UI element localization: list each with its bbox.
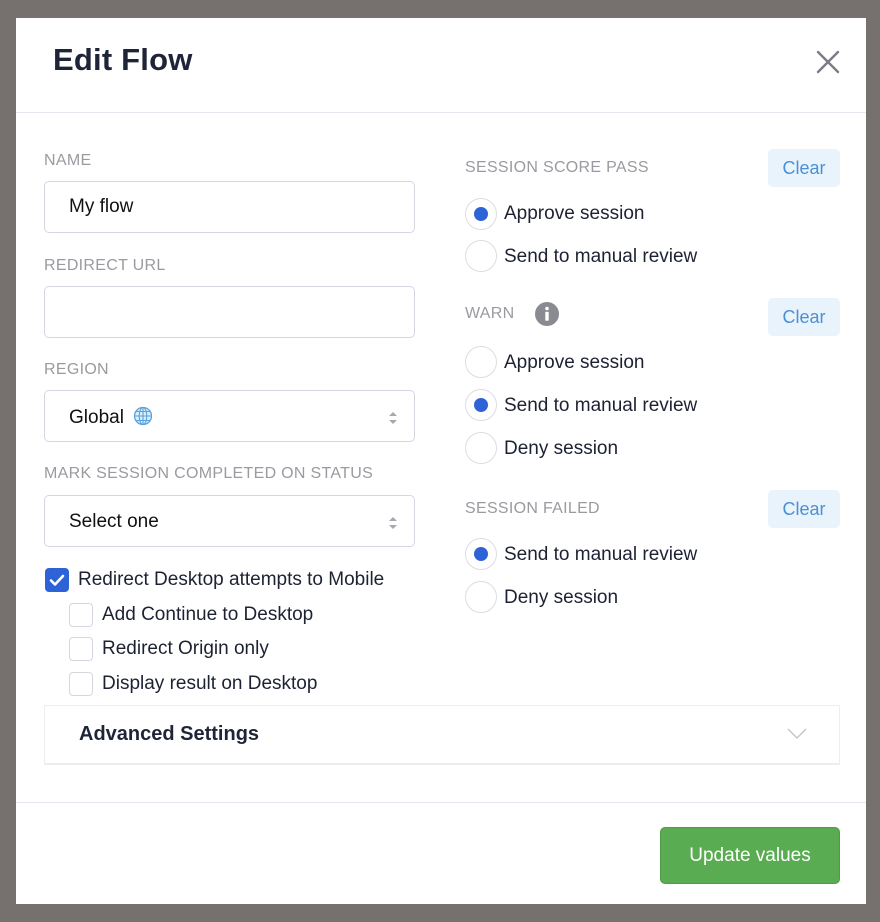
display-result-checkbox[interactable] xyxy=(69,672,93,696)
add-continue-label: Add Continue to Desktop xyxy=(102,604,314,625)
warn-label: WARN xyxy=(465,305,515,322)
chevron-down-icon xyxy=(787,728,807,739)
mark-session-label: MARK SESSION COMPLETED ON STATUS xyxy=(44,465,374,482)
radio-failed-deny[interactable] xyxy=(465,581,497,613)
name-field-wrapper xyxy=(44,181,415,233)
redirect-desktop-label: Redirect Desktop attempts to Mobile xyxy=(78,569,385,590)
radio-warn-manual-review-label: Send to manual review xyxy=(504,395,698,416)
radio-selected-dot xyxy=(474,547,488,561)
clear-session-score-pass-button[interactable]: Clear xyxy=(768,149,840,187)
clear-warn-button[interactable]: Clear xyxy=(768,298,840,336)
advanced-settings-title: Advanced Settings xyxy=(79,723,260,745)
radio-warn-deny-label: Deny session xyxy=(504,438,619,459)
radio-selected-dot xyxy=(474,398,488,412)
update-values-button[interactable]: Update values xyxy=(660,827,840,884)
radio-failed-manual-review[interactable] xyxy=(465,538,497,570)
name-label: NAME xyxy=(44,152,92,169)
select-stepper-icon xyxy=(389,412,397,424)
radio-pass-approve-label: Approve session xyxy=(504,203,645,224)
radio-warn-approve-label: Approve session xyxy=(504,352,645,373)
globe-icon xyxy=(134,406,153,426)
close-button[interactable] xyxy=(814,48,842,76)
add-continue-checkbox[interactable] xyxy=(69,603,93,627)
modal-title: Edit Flow xyxy=(53,42,193,77)
session-failed-label: SESSION FAILED xyxy=(465,500,600,517)
redirect-url-label: REDIRECT URL xyxy=(44,257,166,274)
redirect-url-field-wrapper xyxy=(44,286,415,338)
radio-pass-approve[interactable] xyxy=(465,198,497,230)
redirect-origin-checkbox[interactable] xyxy=(69,637,93,661)
radio-pass-manual-review-label: Send to manual review xyxy=(504,246,698,267)
modal-header: Edit Flow xyxy=(16,18,866,113)
clear-session-failed-button[interactable]: Clear xyxy=(768,490,840,528)
radio-selected-dot xyxy=(474,207,488,221)
name-input[interactable] xyxy=(69,196,389,218)
info-icon[interactable] xyxy=(535,302,559,326)
radio-warn-manual-review[interactable] xyxy=(465,389,497,421)
checkmark-icon xyxy=(49,574,65,586)
region-selected-text: Global xyxy=(69,407,124,428)
region-label: REGION xyxy=(44,361,109,378)
edit-flow-modal: Edit Flow NAME REDIRECT URL REGION Globa… xyxy=(16,18,866,904)
display-result-label: Display result on Desktop xyxy=(102,673,318,694)
advanced-settings-accordion[interactable]: Advanced Settings xyxy=(44,705,840,765)
mark-session-select[interactable]: Select one xyxy=(44,495,415,547)
select-stepper-icon xyxy=(389,517,397,529)
close-icon xyxy=(816,50,840,74)
radio-warn-approve[interactable] xyxy=(465,346,497,378)
redirect-url-input[interactable] xyxy=(69,301,389,323)
mark-session-selected-text: Select one xyxy=(69,511,159,532)
radio-pass-manual-review[interactable] xyxy=(465,240,497,272)
radio-failed-manual-review-label: Send to manual review xyxy=(504,544,698,565)
radio-failed-deny-label: Deny session xyxy=(504,587,619,608)
region-select-value: Global xyxy=(69,406,153,429)
session-score-pass-label: SESSION SCORE PASS xyxy=(465,159,649,176)
redirect-desktop-checkbox[interactable] xyxy=(45,568,69,592)
redirect-origin-label: Redirect Origin only xyxy=(102,638,269,659)
footer-divider xyxy=(16,802,866,803)
radio-warn-deny[interactable] xyxy=(465,432,497,464)
region-select[interactable]: Global xyxy=(44,390,415,442)
